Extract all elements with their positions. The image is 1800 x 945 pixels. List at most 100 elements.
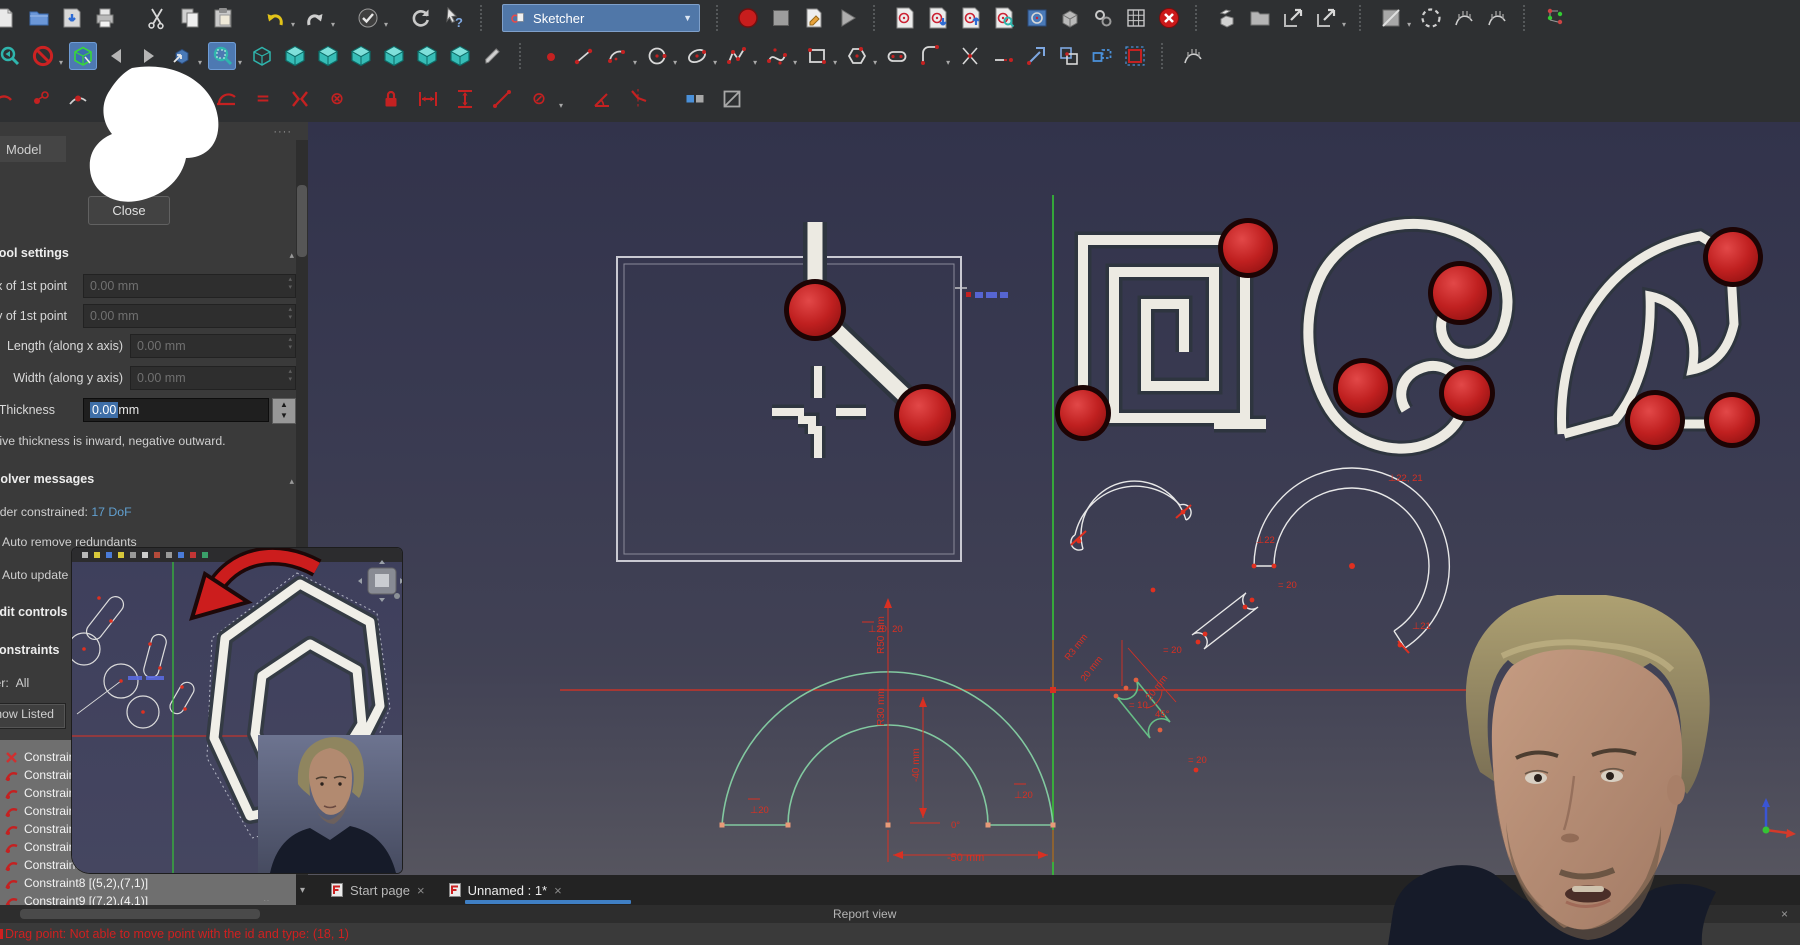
constrain-distance-button[interactable]: [488, 85, 516, 113]
whats-this-button[interactable]: ?: [440, 4, 468, 32]
carbon-copy-button[interactable]: [1055, 42, 1083, 70]
create-rectangle-button[interactable]: [803, 42, 831, 70]
white-sketch-geometry[interactable]: [1071, 468, 1449, 649]
import-sketch-button[interactable]: [924, 4, 952, 32]
navigate-forward-button[interactable]: [135, 42, 163, 70]
create-line-button[interactable]: [570, 42, 598, 70]
extend-edge-button[interactable]: [989, 42, 1017, 70]
merge-sketches-button[interactable]: [1122, 4, 1150, 32]
edit-sketch-button[interactable]: [990, 4, 1018, 32]
dropdown-arrow-icon[interactable]: ▾: [753, 58, 757, 67]
redo-button[interactable]: [301, 4, 329, 32]
constrain-coincident-button[interactable]: [27, 85, 55, 113]
appearance-button[interactable]: [1377, 4, 1405, 32]
view-right-button[interactable]: [347, 42, 375, 70]
open-document-button[interactable]: [25, 4, 53, 32]
dropdown-arrow-icon[interactable]: ▾: [384, 20, 388, 29]
construction-geometry-button[interactable]: [1121, 42, 1149, 70]
create-polyline-button[interactable]: [723, 42, 751, 70]
constrain-symmetric-button[interactable]: [286, 85, 314, 113]
make-link-button[interactable]: [1279, 4, 1307, 32]
tool-setting-input[interactable]: 0.00 mm▴▾: [83, 274, 296, 298]
sketch-point[interactable]: [986, 823, 991, 828]
dimension-label[interactable]: ⊥20: [1014, 790, 1033, 801]
toggle-construction-button[interactable]: [1088, 42, 1116, 70]
spline-comb-button[interactable]: [1483, 4, 1511, 32]
trim-edge-button[interactable]: [956, 42, 984, 70]
constrain-point-on-object-button[interactable]: [64, 85, 92, 113]
tab-model[interactable]: Model: [0, 136, 66, 162]
create-point-button[interactable]: [537, 42, 565, 70]
paste-button[interactable]: [209, 4, 237, 32]
validate-button[interactable]: [354, 4, 382, 32]
stop-operation-button[interactable]: [1155, 4, 1183, 32]
create-sketch-button[interactable]: [891, 4, 919, 32]
sketcher-viewport[interactable]: ⊥20, 20R50 mmR30 mm-40 mm-50 mm0°⊥20⊥20⊥…: [308, 122, 1800, 875]
thickness-spinner[interactable]: ▲▼: [272, 398, 296, 424]
create-fillet-button[interactable]: [916, 42, 944, 70]
validate-sketch-button[interactable]: [1089, 4, 1117, 32]
tool-setting-input[interactable]: 0.00 mm▴▾: [83, 304, 296, 328]
refresh-button[interactable]: [407, 4, 435, 32]
spline-degree-button[interactable]: [1450, 4, 1478, 32]
constraints-filter[interactable]: Filter: All: [0, 676, 29, 690]
dropdown-arrow-icon[interactable]: ▾: [291, 20, 295, 29]
copy-button[interactable]: [176, 4, 204, 32]
dimension-label[interactable]: -50 mm: [947, 852, 984, 864]
box-selection-button[interactable]: [69, 42, 97, 70]
create-bspline-button[interactable]: [763, 42, 791, 70]
dimension-label[interactable]: ⊥22, 21: [1388, 473, 1423, 484]
create-slot-button[interactable]: [883, 42, 911, 70]
measure-button[interactable]: [479, 42, 507, 70]
report-view-close-icon[interactable]: ×: [1781, 907, 1788, 921]
tab-close-icon[interactable]: ×: [417, 883, 425, 898]
dimension-label[interactable]: R50 mm: [876, 616, 887, 654]
view-bottom-button[interactable]: [413, 42, 441, 70]
section-solver-messages[interactable]: Solver messages: [0, 472, 94, 492]
dropdown-arrow-icon[interactable]: ▾: [238, 58, 242, 67]
external-geometry-button[interactable]: [1022, 42, 1050, 70]
macro-play-button[interactable]: [833, 4, 861, 32]
auto-remove-redundants[interactable]: Auto remove redundants: [2, 535, 137, 549]
macro-edit-button[interactable]: [800, 4, 828, 32]
draw-style-button[interactable]: [168, 42, 196, 70]
part-box-button[interactable]: [1213, 4, 1241, 32]
tab-start-page[interactable]: Start page×: [319, 875, 437, 905]
sketch-point[interactable]: [720, 823, 725, 828]
constrain-distance-x-button[interactable]: [414, 85, 442, 113]
view-front-button[interactable]: [281, 42, 309, 70]
create-circle-button[interactable]: [643, 42, 671, 70]
new-document-button[interactable]: [0, 4, 20, 32]
panel-overflow-dots[interactable]: ‥: [263, 893, 271, 904]
constrain-arc-button[interactable]: [0, 85, 18, 113]
dimension-label[interactable]: R3 mm: [1063, 632, 1091, 663]
replace-link-button[interactable]: [1312, 4, 1340, 32]
zoom-selection-button[interactable]: [208, 42, 236, 70]
constrain-perpendicular-button[interactable]: ⊥: [175, 85, 203, 113]
section-constraints[interactable]: Constraints: [0, 643, 59, 663]
tab-list-chevron-icon[interactable]: ▾: [300, 885, 305, 896]
dropdown-arrow-icon[interactable]: ▾: [331, 20, 335, 29]
scrollbar-thumb[interactable]: [297, 185, 307, 257]
cut-button[interactable]: [143, 4, 171, 32]
constrain-horizontal-button[interactable]: [138, 85, 166, 113]
dimension-label[interactable]: = 20: [1163, 645, 1182, 656]
constrain-distance-y-button[interactable]: [451, 85, 479, 113]
thickness-input[interactable]: 0.00 mm: [83, 398, 269, 422]
toggle-driving-constraint-button[interactable]: [681, 85, 709, 113]
dimension-label[interactable]: ⊥21: [1412, 621, 1431, 632]
dimension-label[interactable]: = 20: [1278, 580, 1297, 591]
save-document-button[interactable]: [58, 4, 86, 32]
selection-view-button[interactable]: [1417, 4, 1445, 32]
auto-update[interactable]: Auto update: [2, 568, 68, 582]
dropdown-arrow-icon[interactable]: ▾: [559, 101, 563, 110]
dropdown-arrow-icon[interactable]: ▾: [1342, 20, 1346, 29]
dimension-label[interactable]: 0°: [951, 820, 960, 831]
dropdown-arrow-icon[interactable]: ▾: [673, 58, 677, 67]
constrain-lock-button[interactable]: [377, 85, 405, 113]
collapse-icon[interactable]: ▴: [289, 476, 294, 487]
tool-setting-input[interactable]: 0.00 mm▴▾: [130, 366, 296, 390]
collapse-icon[interactable]: ▴: [289, 250, 294, 261]
dropdown-arrow-icon[interactable]: ▾: [713, 58, 717, 67]
tab-close-icon[interactable]: ×: [554, 883, 562, 898]
